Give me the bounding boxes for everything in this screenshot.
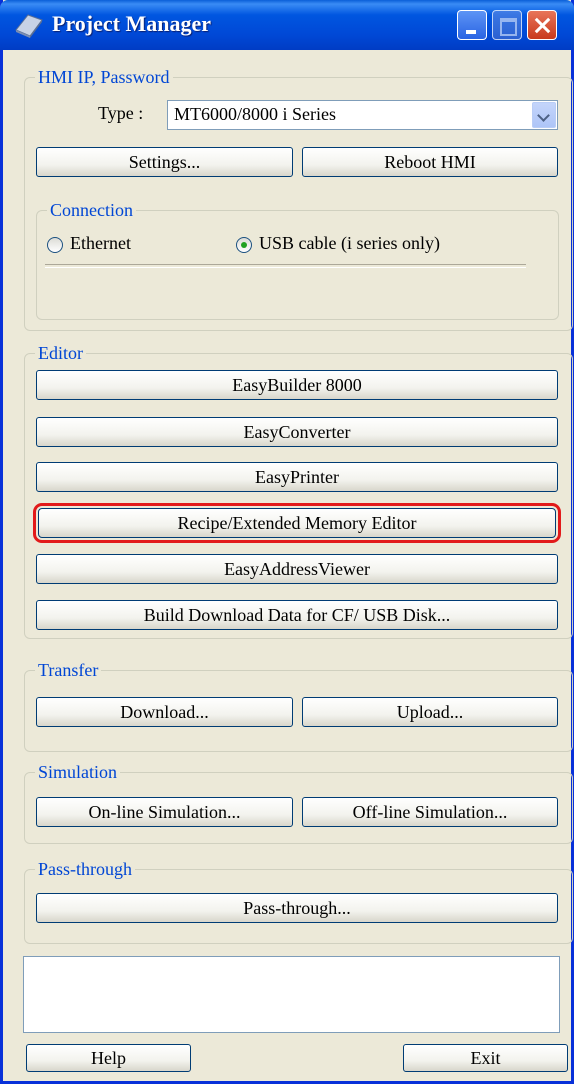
minimize-icon[interactable]	[457, 10, 487, 40]
app-icon	[15, 14, 43, 38]
offline-simulation-button[interactable]: Off-line Simulation...	[302, 797, 558, 827]
help-button[interactable]: Help	[26, 1044, 191, 1072]
type-label: Type :	[98, 103, 144, 123]
exit-button[interactable]: Exit	[403, 1044, 568, 1072]
upload-button[interactable]: Upload...	[302, 697, 558, 727]
easyconverter-button[interactable]: EasyConverter	[36, 417, 558, 447]
download-button[interactable]: Download...	[36, 697, 293, 727]
usb-cable-label: USB cable (i series only)	[259, 233, 440, 253]
settings-button[interactable]: Settings...	[36, 147, 293, 177]
simulation-legend: Simulation	[35, 760, 121, 784]
build-download-data-button[interactable]: Build Download Data for CF/ USB Disk...	[36, 600, 558, 630]
hmi-group-legend: HMI IP, Password	[35, 65, 173, 89]
transfer-legend: Transfer	[35, 658, 102, 682]
recipe-memory-editor-button[interactable]: Recipe/Extended Memory Editor	[33, 503, 561, 543]
easybuilder-button[interactable]: EasyBuilder 8000	[36, 370, 558, 400]
title-bar[interactable]: Project Manager	[0, 0, 574, 50]
maximize-icon[interactable]	[492, 10, 522, 40]
connection-divider	[45, 264, 526, 268]
type-select[interactable]: MT6000/8000 i Series	[167, 100, 558, 130]
close-icon[interactable]	[527, 10, 557, 40]
type-select-value: MT6000/8000 i Series	[174, 104, 336, 124]
status-output-box	[23, 956, 560, 1033]
project-manager-window: Project Manager HMI IP, Password Type : …	[0, 0, 574, 1084]
ethernet-label: Ethernet	[70, 233, 131, 253]
easyaddressviewer-button[interactable]: EasyAddressViewer	[36, 554, 558, 584]
editor-legend: Editor	[35, 341, 86, 365]
chevron-down-icon[interactable]	[532, 102, 556, 128]
passthrough-legend: Pass-through	[35, 857, 135, 881]
reboot-hmi-button[interactable]: Reboot HMI	[302, 147, 558, 177]
easyprinter-button[interactable]: EasyPrinter	[36, 462, 558, 492]
usb-cable-radio[interactable]	[236, 237, 252, 253]
online-simulation-button[interactable]: On-line Simulation...	[36, 797, 293, 827]
connection-legend: Connection	[47, 198, 136, 222]
window-title: Project Manager	[52, 11, 212, 36]
passthrough-button[interactable]: Pass-through...	[36, 893, 558, 923]
ethernet-radio[interactable]	[47, 237, 63, 253]
